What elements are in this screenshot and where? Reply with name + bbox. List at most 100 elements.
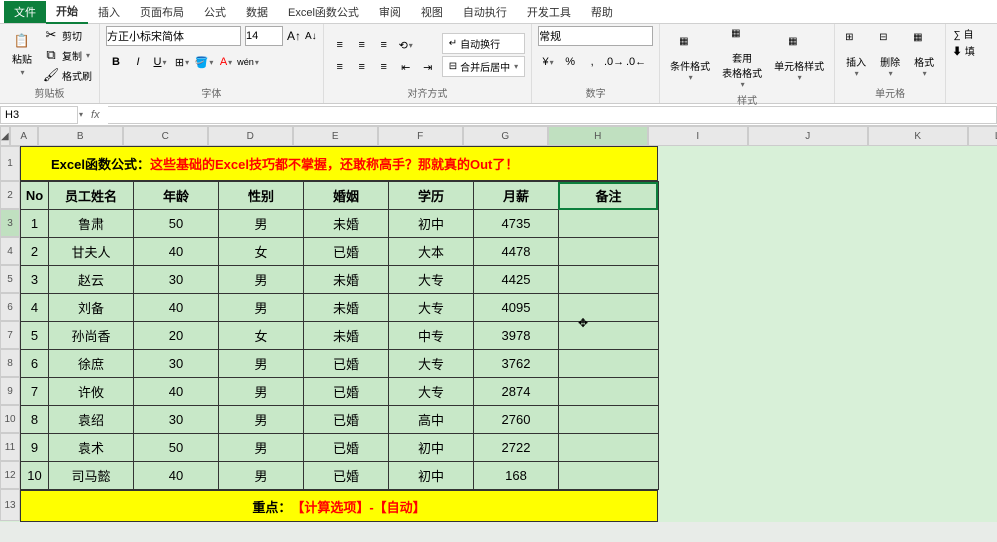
cell[interactable]: 已婚 — [304, 378, 389, 406]
decrease-font-button[interactable]: A↓ — [305, 31, 317, 42]
underline-button[interactable]: U▾ — [150, 52, 170, 72]
cell[interactable]: 初中 — [389, 462, 474, 490]
delete-button[interactable]: ⊟删除▾ — [875, 30, 905, 80]
align-middle-button[interactable]: ≡ — [352, 35, 372, 55]
cell[interactable]: 已婚 — [304, 406, 389, 434]
tab-auto[interactable]: 自动执行 — [453, 1, 517, 23]
row-header-4[interactable]: 4 — [0, 237, 20, 265]
cell[interactable]: 男 — [219, 462, 304, 490]
cell[interactable]: 4478 — [474, 238, 559, 266]
font-color-button[interactable]: A▾ — [216, 52, 236, 72]
cell[interactable]: 男 — [219, 406, 304, 434]
table-row[interactable]: 5孙尚香20女未婚中专3978 — [21, 322, 659, 350]
row-header-3[interactable]: 3 — [0, 209, 20, 237]
cell[interactable]: 7 — [21, 378, 49, 406]
row-header-6[interactable]: 6 — [0, 293, 20, 321]
cell[interactable]: 40 — [134, 294, 219, 322]
cell[interactable] — [559, 238, 659, 266]
table-row[interactable]: 7许攸40男已婚大专2874 — [21, 378, 659, 406]
col-header-G[interactable]: G — [463, 126, 548, 146]
cell[interactable]: 已婚 — [304, 434, 389, 462]
cell[interactable]: 甘夫人 — [49, 238, 134, 266]
cell[interactable]: 2 — [21, 238, 49, 266]
tab-excel-fn[interactable]: Excel函数公式 — [278, 1, 369, 23]
cell[interactable]: 30 — [134, 350, 219, 378]
cell[interactable]: 1 — [21, 210, 49, 238]
conditional-format-button[interactable]: ▦条件格式▾ — [666, 34, 714, 84]
cell[interactable]: 未婚 — [304, 266, 389, 294]
wrap-text-button[interactable]: ↵自动换行 — [442, 33, 525, 54]
fill-button[interactable]: ⬇ 填 — [952, 43, 975, 58]
cell[interactable]: 初中 — [389, 210, 474, 238]
decrease-decimal-button[interactable]: .0← — [626, 52, 646, 72]
table-row[interactable]: 1鲁肃50男未婚初中4735 — [21, 210, 659, 238]
cell[interactable]: 男 — [219, 294, 304, 322]
cell[interactable] — [559, 294, 659, 322]
cell[interactable]: 中专 — [389, 322, 474, 350]
number-format-select[interactable] — [538, 26, 653, 46]
table-header[interactable]: 月薪 — [474, 182, 559, 210]
align-bottom-button[interactable]: ≡ — [374, 35, 394, 55]
row-header-7[interactable]: 7 — [0, 321, 20, 349]
indent-right-button[interactable]: ⇥ — [418, 57, 438, 77]
row-header-9[interactable]: 9 — [0, 377, 20, 405]
cell[interactable]: 赵云 — [49, 266, 134, 294]
cell[interactable]: 30 — [134, 406, 219, 434]
table-header[interactable]: 员工姓名 — [49, 182, 134, 210]
cell[interactable]: 刘备 — [49, 294, 134, 322]
table-row[interactable]: 8袁绍30男已婚高中2760 — [21, 406, 659, 434]
cell[interactable]: 初中 — [389, 434, 474, 462]
merge-button[interactable]: ⊟合并后居中▾ — [442, 56, 525, 77]
cell[interactable]: 已婚 — [304, 462, 389, 490]
cell-style-button[interactable]: ▦单元格样式▾ — [770, 34, 828, 84]
font-size-select[interactable] — [245, 26, 283, 46]
select-all-corner[interactable]: ◢ — [0, 126, 10, 146]
cell[interactable]: 168 — [474, 462, 559, 490]
fx-icon[interactable]: fx — [83, 109, 108, 121]
align-center-button[interactable]: ≡ — [352, 57, 372, 77]
tab-home[interactable]: 开始 — [46, 0, 88, 24]
col-header-C[interactable]: C — [123, 126, 208, 146]
cell[interactable]: 20 — [134, 322, 219, 350]
border-button[interactable]: ⊞▾ — [172, 52, 192, 72]
row-header-11[interactable]: 11 — [0, 433, 20, 461]
increase-decimal-button[interactable]: .0→ — [604, 52, 624, 72]
cell[interactable]: 男 — [219, 378, 304, 406]
cell[interactable]: 未婚 — [304, 294, 389, 322]
align-right-button[interactable]: ≡ — [374, 57, 394, 77]
col-header-H[interactable]: H — [548, 126, 648, 146]
row-header-8[interactable]: 8 — [0, 349, 20, 377]
currency-button[interactable]: ¥▾ — [538, 52, 558, 72]
cell[interactable]: 许攸 — [49, 378, 134, 406]
cell[interactable]: 3 — [21, 266, 49, 294]
cell[interactable]: 大专 — [389, 294, 474, 322]
cell[interactable]: 女 — [219, 322, 304, 350]
col-header-B[interactable]: B — [38, 126, 123, 146]
copy-button[interactable]: ⧉复制▾ — [42, 46, 93, 64]
cell[interactable]: 男 — [219, 434, 304, 462]
col-header-D[interactable]: D — [208, 126, 293, 146]
paste-button[interactable]: 📋 粘贴 ▾ — [6, 31, 38, 79]
tab-help[interactable]: 帮助 — [581, 1, 623, 23]
cell[interactable]: 已婚 — [304, 238, 389, 266]
tab-data[interactable]: 数据 — [236, 1, 278, 23]
cell[interactable]: 未婚 — [304, 322, 389, 350]
col-header-F[interactable]: F — [378, 126, 463, 146]
cells-area[interactable]: Excel函数公式：这些基础的Excel技巧都不掌握，还敢称高手？那就真的Out… — [20, 146, 659, 522]
cell[interactable] — [559, 210, 659, 238]
tab-insert[interactable]: 插入 — [88, 1, 130, 23]
cell[interactable]: 大专 — [389, 378, 474, 406]
fill-color-button[interactable]: 🪣▾ — [194, 52, 214, 72]
cell[interactable]: 大专 — [389, 266, 474, 294]
table-row[interactable]: 2甘夫人40女已婚大本4478 — [21, 238, 659, 266]
cell[interactable]: 孙尚香 — [49, 322, 134, 350]
table-format-button[interactable]: ▦套用 表格格式▾ — [718, 26, 766, 91]
phonetic-button[interactable]: wén▾ — [238, 52, 258, 72]
cell[interactable]: 司马懿 — [49, 462, 134, 490]
tab-formula[interactable]: 公式 — [194, 1, 236, 23]
cut-button[interactable]: ✂剪切 — [42, 26, 93, 44]
tab-file[interactable]: 文件 — [4, 1, 46, 23]
orientation-button[interactable]: ⟲▾ — [396, 35, 416, 55]
table-header[interactable]: 婚姻 — [304, 182, 389, 210]
cell[interactable] — [559, 434, 659, 462]
